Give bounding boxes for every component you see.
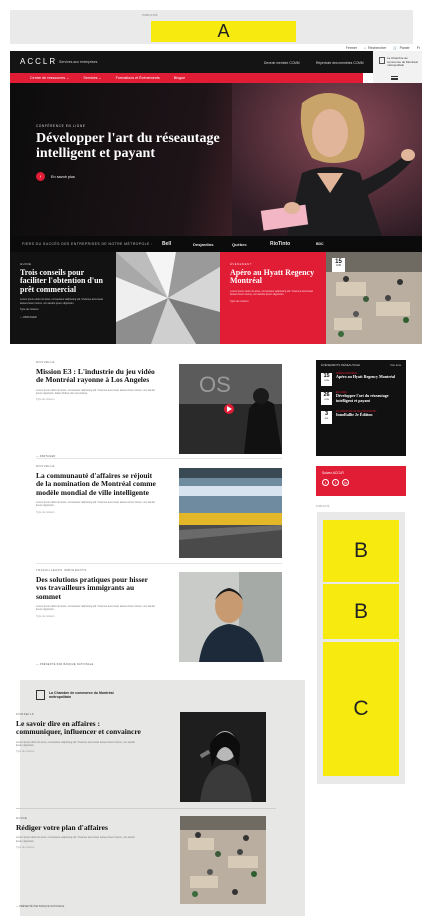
card-type: Type de contenu bbox=[230, 299, 249, 303]
partner-logo-bell: Bell bbox=[162, 241, 172, 247]
video-thumbnail[interactable]: OS bbox=[179, 364, 282, 454]
partner-logo-bdc: BDC bbox=[316, 242, 324, 246]
nav-item-events[interactable]: Formations et Événements bbox=[116, 76, 160, 80]
site-tagline: Services aux entreprises bbox=[59, 60, 98, 64]
nav-item-blog[interactable]: Blogue bbox=[174, 76, 185, 80]
events-see-all[interactable]: Voir tous bbox=[390, 363, 401, 367]
sponsor-label: — PRÉSENTÉ PAR BANQUE NATIONALE bbox=[16, 905, 65, 908]
sidebar-events: ÉVÉNEMENTS RÉSEAUTAGE Voir tous 15 JUIN A… bbox=[316, 360, 406, 456]
partners-bar: FIERS DU SUCCÈS DES ENTREPRISES DE NOTRE… bbox=[10, 236, 422, 252]
search-icon: ⌕ bbox=[364, 45, 367, 50]
card-excerpt: Lorem ipsum dolor sit amet, consectetur … bbox=[20, 298, 104, 305]
worker-photo bbox=[179, 572, 282, 662]
article-excerpt: Lorem ipsum dolor sit amet, consectetur … bbox=[16, 740, 135, 747]
ad-placeholder-a[interactable]: A bbox=[151, 21, 296, 42]
member-directory-link[interactable]: Répertoire des membres CCMM bbox=[316, 61, 363, 65]
sponsor-label: — PRÉSENTÉ PAR BANQUE NATIONALE bbox=[36, 663, 94, 666]
feature-card-guide[interactable]: GUIDE Trois conseils pour faciliter l'ob… bbox=[10, 252, 116, 344]
metro-photo bbox=[179, 468, 282, 558]
partner-logo-riotinto: RioTinto bbox=[270, 241, 291, 247]
main-nav: Centre de ressources ⌄ Services ⌄ Format… bbox=[10, 73, 363, 83]
partner-logo-desjardins: Desjardins bbox=[193, 241, 214, 247]
article-excerpt: Lorem ipsum dolor sit amet, consectetur … bbox=[36, 500, 155, 508]
event-date-badge: 15 JUIN bbox=[332, 258, 345, 272]
events-heading: ÉVÉNEMENTS RÉSEAUTAGE bbox=[321, 363, 360, 367]
ccmm-logo[interactable]: La Chambre de commerce du Montréal métro… bbox=[36, 690, 119, 700]
speaker-photo bbox=[232, 83, 422, 236]
site-header: ACCLR Services aux entreprises Devenir m… bbox=[10, 51, 422, 83]
ad-label: PUBLICITÉ bbox=[316, 505, 330, 508]
sidebar-ad-zone: B B C bbox=[317, 512, 405, 784]
share-link[interactable]: — PARTAGER bbox=[20, 316, 106, 319]
feature-card-event[interactable]: ÉVÉNEMENT Apéro au Hyatt Regency Montréa… bbox=[220, 252, 326, 344]
cafe-crowd-photo bbox=[180, 816, 266, 904]
utility-close[interactable]: Fermer bbox=[346, 46, 357, 50]
article-excerpt: Lorem ipsum dolor sit amet, consectetur … bbox=[36, 604, 155, 612]
buildings-photo bbox=[116, 252, 220, 344]
card-title[interactable]: Trois conseils pour faciliter l'obtentio… bbox=[20, 268, 106, 294]
article-title[interactable]: Le savoir dire en affaires : communiquer… bbox=[16, 719, 141, 737]
event-item[interactable]: 26 JUIN EN LIGNE Développer l'art du résea… bbox=[321, 392, 401, 405]
twitter-icon[interactable]: t bbox=[322, 479, 329, 486]
social-follow: Suivez ACCLR t f in bbox=[316, 466, 406, 496]
ccmm-logo-icon bbox=[379, 57, 385, 64]
hero-title: Développer l'art du réseautage intellige… bbox=[36, 131, 220, 162]
arrow-right-icon: › bbox=[36, 172, 45, 181]
article-title[interactable]: Des solutions pratiques pour hisser vos … bbox=[36, 575, 156, 601]
article-title[interactable]: Mission E3 : L'industrie du jeu vidéo de… bbox=[36, 367, 156, 385]
event-item[interactable]: 15 JUIN APÉRO MONTRÉAL Apéro au Hyatt Rege… bbox=[321, 373, 401, 386]
nav-item-services[interactable]: Services ⌄ bbox=[83, 76, 101, 80]
ad-label: PUBLICITÉ bbox=[142, 13, 158, 17]
card-title[interactable]: Apéro au Hyatt Regency Montréal bbox=[230, 268, 316, 286]
become-member-link[interactable]: Devenir membre CCMM bbox=[264, 61, 300, 65]
card-excerpt: Lorem ipsum dolor sit amet, consectetur … bbox=[230, 289, 314, 297]
linkedin-icon[interactable]: in bbox=[342, 479, 349, 486]
ccmm-name[interactable]: La Chambre de commerce du Montréal métro… bbox=[387, 56, 421, 68]
follow-label: Suivez ACCLR bbox=[322, 471, 344, 475]
top-ad-zone: PUBLICITÉ A bbox=[10, 10, 413, 44]
svg-text:OS: OS bbox=[199, 372, 231, 397]
card-type: Type de contenu bbox=[20, 308, 39, 312]
article-item[interactable]: TRAVAILLEURS IMMIGRANTS Des solutions pr… bbox=[36, 568, 282, 668]
hamburger-menu-icon[interactable] bbox=[391, 76, 398, 80]
divider bbox=[36, 458, 282, 459]
cart-icon: 🛒 bbox=[393, 45, 398, 50]
ccmm-logo-icon bbox=[36, 690, 45, 700]
card-kicker: GUIDE bbox=[20, 262, 32, 266]
site-logo[interactable]: ACCLR bbox=[20, 57, 57, 66]
utility-language[interactable]: Fr bbox=[417, 46, 420, 50]
card-kicker: ÉVÉNEMENT bbox=[230, 262, 252, 266]
partner-logo-quebec: Québec bbox=[232, 241, 247, 247]
divider bbox=[36, 563, 282, 564]
ad-placeholder-b[interactable]: B bbox=[323, 584, 399, 639]
partners-lead: FIERS DU SUCCÈS DES ENTREPRISES DE NOTRE… bbox=[22, 242, 153, 246]
hero-banner: CONFÉRENCE EN LIGNE Développer l'art du … bbox=[10, 83, 422, 236]
ad-placeholder-c[interactable]: C bbox=[323, 642, 399, 776]
article-item[interactable]: NOUVELLE La communauté d'affaires se réj… bbox=[36, 464, 282, 564]
ccmm-panel: La Chambre de commerce du Montréal métro… bbox=[373, 51, 422, 83]
article-excerpt: Lorem ipsum dolor sit amet, consectetur … bbox=[16, 836, 135, 843]
utility-search[interactable]: ⌕ Rechercher bbox=[364, 46, 386, 50]
article-title[interactable]: La communauté d'affaires se réjouit de l… bbox=[36, 471, 156, 497]
hero-kicker: CONFÉRENCE EN LIGNE bbox=[36, 124, 86, 128]
facebook-icon[interactable]: f bbox=[332, 479, 339, 486]
nav-item-resources[interactable]: Centre de ressources ⌄ bbox=[30, 76, 69, 80]
utility-cart[interactable]: 🛒 Panier bbox=[393, 46, 409, 50]
article-excerpt: Lorem ipsum dolor sit amet, consectetur … bbox=[36, 388, 155, 395]
event-item[interactable]: 3 JUIL LE GRAND SALON DE L'INNOVATION Inno… bbox=[321, 411, 401, 424]
divider bbox=[16, 808, 276, 809]
ad-placeholder-b[interactable]: B bbox=[323, 520, 399, 582]
speaker-microphone-photo bbox=[180, 712, 266, 802]
hero-cta[interactable]: › En savoir plus bbox=[36, 172, 75, 181]
article-title[interactable]: Rédiger votre plan d'affaires bbox=[16, 823, 141, 832]
utility-bar: Fermer ⌕ Rechercher 🛒 Panier Fr bbox=[10, 44, 422, 51]
article-item[interactable]: NOUVELLE Mission E3 : L'industrie du jeu… bbox=[36, 360, 282, 460]
